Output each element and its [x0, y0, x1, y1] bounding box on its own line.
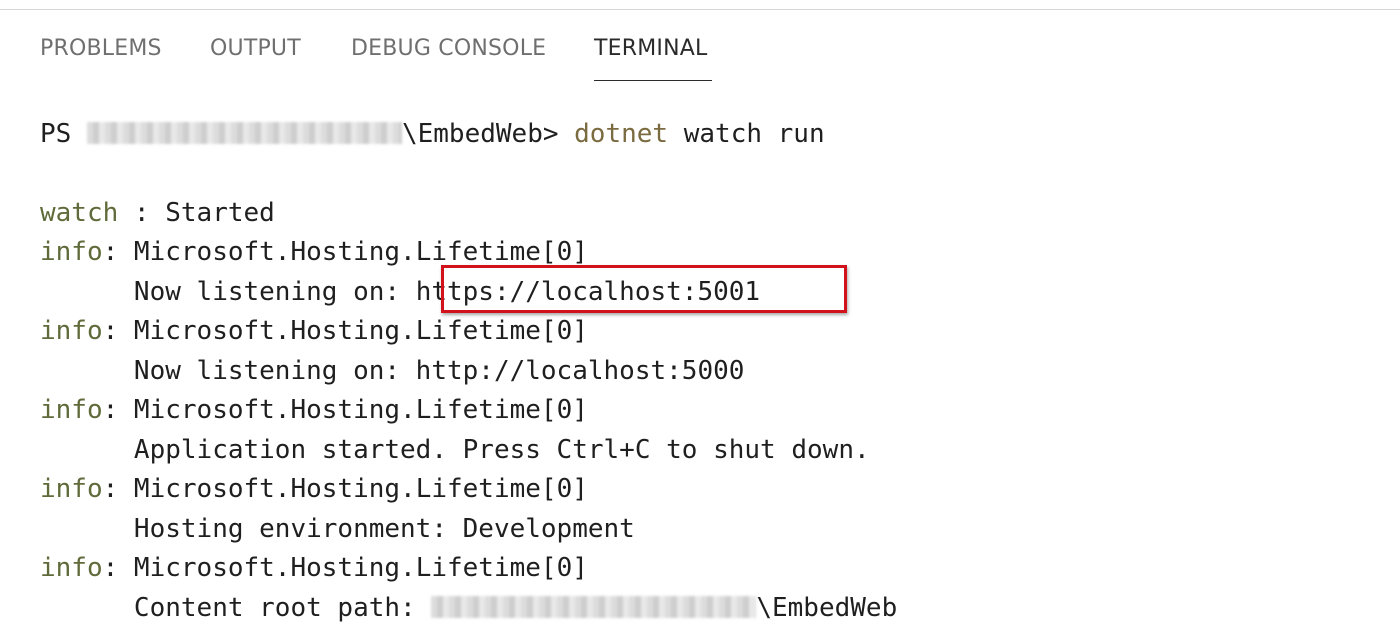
log-label: watch [40, 198, 119, 228]
terminal-line: Now listening on: https://localhost:5001 [40, 265, 847, 313]
https-url-link[interactable]: https://localhost:5001 [416, 277, 760, 307]
log-text: Hosting environment: Development [133, 514, 635, 544]
log-indent [40, 356, 134, 386]
tab-problems[interactable]: PROBLEMS [40, 36, 162, 61]
log-indent [40, 435, 134, 465]
log-text: : Microsoft.Hosting.Lifetime[0] [102, 553, 588, 583]
terminal-prompt-line: PS \EmbedWeb> dotnet watch run [40, 116, 825, 152]
log-label: info [40, 474, 103, 504]
log-label: info [40, 395, 103, 425]
log-text: Application started. Press Ctrl+C to shu… [133, 435, 870, 465]
log-indent [40, 277, 134, 307]
tab-output[interactable]: OUTPUT [210, 36, 301, 61]
log-indent [40, 514, 134, 544]
terminal-line: info: Microsoft.Hosting.Lifetime[0] [40, 550, 588, 586]
terminal-line: info: Microsoft.Hosting.Lifetime[0] [40, 392, 588, 428]
terminal-line: info: Microsoft.Hosting.Lifetime[0] [40, 313, 588, 349]
terminal-output[interactable]: PS \EmbedWeb> dotnet watch run watch : S… [40, 114, 1380, 624]
terminal-line: info: Microsoft.Hosting.Lifetime[0] [40, 234, 588, 270]
log-label: info [40, 316, 103, 346]
tab-debug-console[interactable]: DEBUG CONSOLE [351, 36, 546, 61]
content-root-path: \EmbedWeb [756, 593, 898, 623]
log-label: info [40, 237, 103, 267]
log-label: info [40, 553, 103, 583]
log-text: : Microsoft.Hosting.Lifetime[0] [102, 395, 588, 425]
prompt-path: \EmbedWeb> [401, 119, 575, 149]
log-text: : Started [118, 198, 275, 228]
log-text: Now listening on: [133, 277, 416, 307]
tab-terminal[interactable]: TERMINAL [594, 36, 707, 61]
active-tab-indicator [594, 80, 712, 81]
log-text: Content root path: [133, 593, 432, 623]
prompt-prefix: PS [40, 119, 87, 149]
prompt-command: dotnet [574, 119, 669, 149]
log-text: Now listening on: http://localhost:5000 [133, 356, 745, 386]
panel-tab-bar: PROBLEMS OUTPUT DEBUG CONSOLE TERMINAL [0, 10, 1400, 82]
redacted-path [86, 121, 402, 144]
terminal-line: info: Microsoft.Hosting.Lifetime[0] [40, 471, 588, 507]
redacted-path [431, 595, 757, 618]
log-indent [40, 593, 134, 623]
prompt-args: watch run [668, 119, 825, 149]
terminal-line: watch : Started [40, 195, 275, 231]
terminal-line: Now listening on: http://localhost:5000 [40, 353, 744, 389]
log-text: : Microsoft.Hosting.Lifetime[0] [102, 474, 588, 504]
terminal-line: Application started. Press Ctrl+C to shu… [40, 432, 870, 468]
terminal-line: Content root path: \EmbedWeb [40, 590, 897, 626]
log-text: : Microsoft.Hosting.Lifetime[0] [102, 237, 588, 267]
terminal-line: Hosting environment: Development [40, 511, 635, 547]
log-text: : Microsoft.Hosting.Lifetime[0] [102, 316, 588, 346]
